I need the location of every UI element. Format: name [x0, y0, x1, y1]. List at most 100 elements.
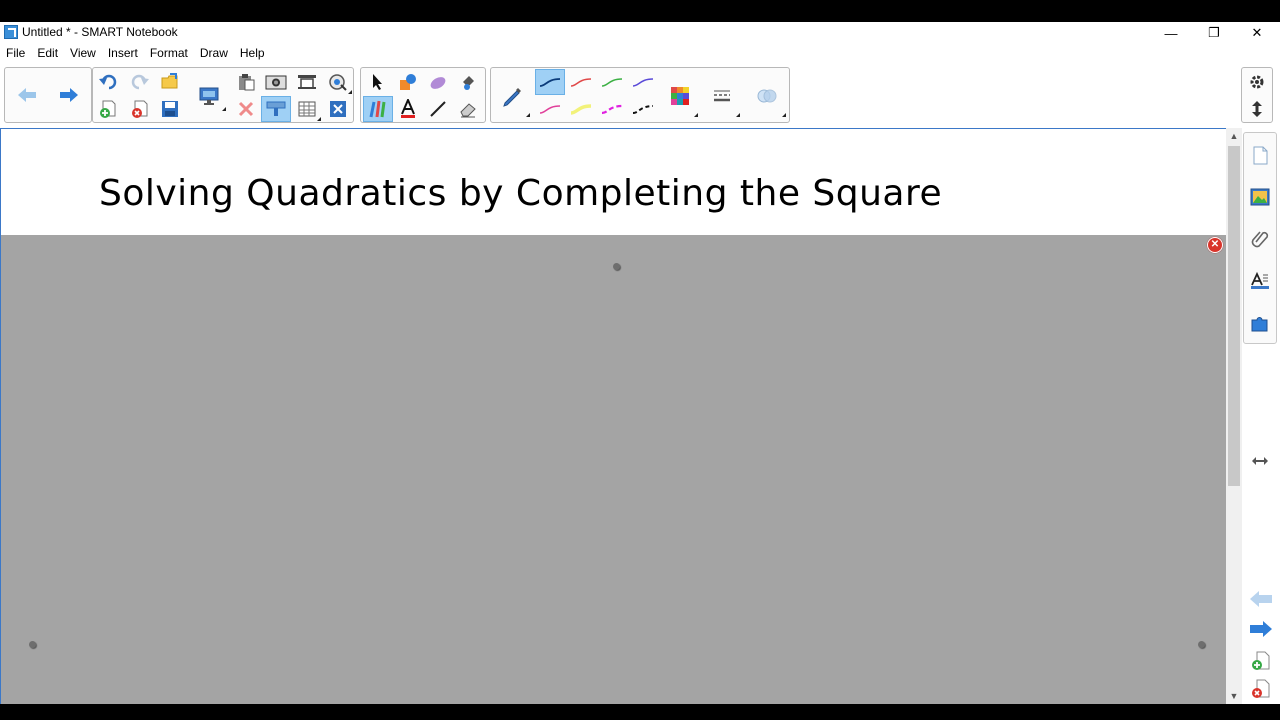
pen-style-black-dashed[interactable] [628, 96, 658, 122]
menu-help[interactable]: Help [234, 44, 271, 62]
sidebar-next-page-button[interactable] [1248, 620, 1274, 640]
pen-style-yellow-highlighter[interactable] [566, 96, 596, 122]
shade-close-button[interactable]: ✕ [1207, 237, 1223, 253]
pens-button[interactable] [363, 96, 393, 122]
select-button[interactable] [363, 69, 393, 95]
redo-button[interactable] [125, 69, 155, 95]
screen-shade[interactable] [1, 235, 1226, 704]
add-page-button[interactable] [93, 96, 123, 122]
transparency-icon [757, 89, 777, 103]
full-screen-button[interactable] [323, 96, 353, 122]
menu-format[interactable]: Format [144, 44, 194, 62]
magic-eraser-button[interactable] [453, 96, 483, 122]
pen-style-icon [539, 78, 561, 87]
pen-style-icon [601, 78, 623, 87]
move-toolbar-button[interactable] [1242, 96, 1272, 122]
sidebar-resize-handle[interactable] [1250, 454, 1270, 468]
close-icon: ✕ [1210, 239, 1220, 250]
pen-style-pink[interactable] [535, 96, 565, 122]
menu-insert[interactable]: Insert [102, 44, 144, 62]
open-file-button[interactable] [155, 69, 185, 95]
table-icon [298, 101, 316, 117]
add-ons-icon [1251, 317, 1268, 332]
tab-attachments[interactable] [1245, 221, 1275, 257]
restore-button[interactable]: ❐ [1192, 22, 1236, 44]
capture-button[interactable] [292, 69, 322, 95]
tab-add-ons[interactable] [1245, 305, 1275, 341]
delete-page-button[interactable] [125, 96, 155, 122]
previous-page-button[interactable] [8, 68, 46, 122]
vertical-scrollbar[interactable]: ▲ ▼ [1226, 128, 1242, 704]
paste-button[interactable] [231, 69, 261, 95]
pens-icon [369, 100, 386, 118]
next-page-icon [1250, 621, 1272, 637]
screen-shade-button[interactable] [261, 96, 291, 122]
notebook-page[interactable]: Solving Quadratics by Completing the Squ… [0, 128, 1226, 704]
transparency-button[interactable] [747, 74, 787, 118]
pen-style-green[interactable] [597, 69, 627, 95]
tab-page-sorter[interactable] [1245, 137, 1275, 173]
menu-file[interactable]: File [0, 44, 31, 62]
pen-style-blue[interactable] [535, 69, 565, 95]
delete-page-icon [1252, 679, 1270, 698]
text-tool-button[interactable] [393, 96, 423, 122]
line-properties-icon [714, 90, 730, 102]
tab-properties[interactable] [1245, 263, 1275, 299]
line-properties-button[interactable] [703, 74, 741, 118]
title-bar: Untitled * - SMART Notebook — ❐ ✕ [0, 22, 1280, 44]
pen-tool-button[interactable] [493, 74, 531, 118]
undo-button[interactable] [93, 69, 123, 95]
capture-icon [298, 75, 316, 89]
display-screens-button[interactable] [191, 80, 227, 112]
shade-right-handle[interactable] [1198, 641, 1205, 648]
shade-left-handle[interactable] [29, 641, 36, 648]
close-button[interactable]: ✕ [1235, 22, 1279, 44]
save-button[interactable] [155, 96, 185, 122]
pen-style-icon [570, 104, 592, 115]
redo-icon [131, 74, 149, 90]
document-camera-button[interactable] [323, 69, 353, 95]
scroll-thumb[interactable] [1228, 146, 1240, 486]
gallery-icon [1250, 188, 1270, 206]
smart-notebook-app-icon [4, 25, 18, 39]
pen-style-red[interactable] [566, 69, 596, 95]
menu-draw[interactable]: Draw [194, 44, 234, 62]
pen-style-purple[interactable] [628, 69, 658, 95]
settings-icon [1250, 75, 1264, 89]
tab-gallery[interactable] [1245, 179, 1275, 215]
chevron-up-icon: ▲ [1229, 131, 1239, 141]
menu-edit[interactable]: Edit [31, 44, 64, 62]
delete-page-icon [132, 100, 148, 118]
properties-icon [1251, 271, 1269, 289]
sidebar [1242, 128, 1280, 704]
pen-style-magenta-dashed[interactable] [597, 96, 627, 122]
sidebar-previous-page-button[interactable] [1248, 590, 1274, 610]
fill-icon [463, 76, 474, 90]
next-page-button[interactable] [50, 68, 88, 122]
shapes-icon [400, 74, 416, 90]
minimize-button[interactable]: — [1149, 22, 1193, 44]
sidebar-delete-page-button[interactable] [1250, 678, 1272, 700]
lines-icon [430, 101, 446, 117]
scroll-down-button[interactable]: ▼ [1226, 688, 1242, 704]
menu-view[interactable]: View [64, 44, 102, 62]
insert-image-button[interactable] [261, 69, 291, 95]
table-button[interactable] [292, 96, 322, 122]
delete-button[interactable] [231, 96, 261, 122]
pen-style-icon [570, 78, 592, 87]
pen-style-icon [539, 105, 561, 114]
restore-icon: ❐ [1208, 25, 1220, 40]
shade-top-handle[interactable] [613, 263, 620, 270]
lines-button[interactable] [423, 96, 453, 122]
open-file-icon [161, 73, 178, 89]
fill-button[interactable] [453, 69, 483, 95]
scroll-up-button[interactable]: ▲ [1226, 128, 1242, 144]
shapes-button[interactable] [393, 69, 423, 95]
settings-button[interactable] [1242, 69, 1272, 95]
page-title[interactable]: Solving Quadratics by Completing the Squ… [99, 173, 942, 214]
color-palette-button[interactable] [661, 74, 699, 118]
delete-icon [238, 101, 254, 117]
magic-eraser-icon [460, 103, 476, 118]
sidebar-add-page-button[interactable] [1250, 650, 1272, 672]
eraser-tool-button[interactable] [423, 69, 453, 95]
